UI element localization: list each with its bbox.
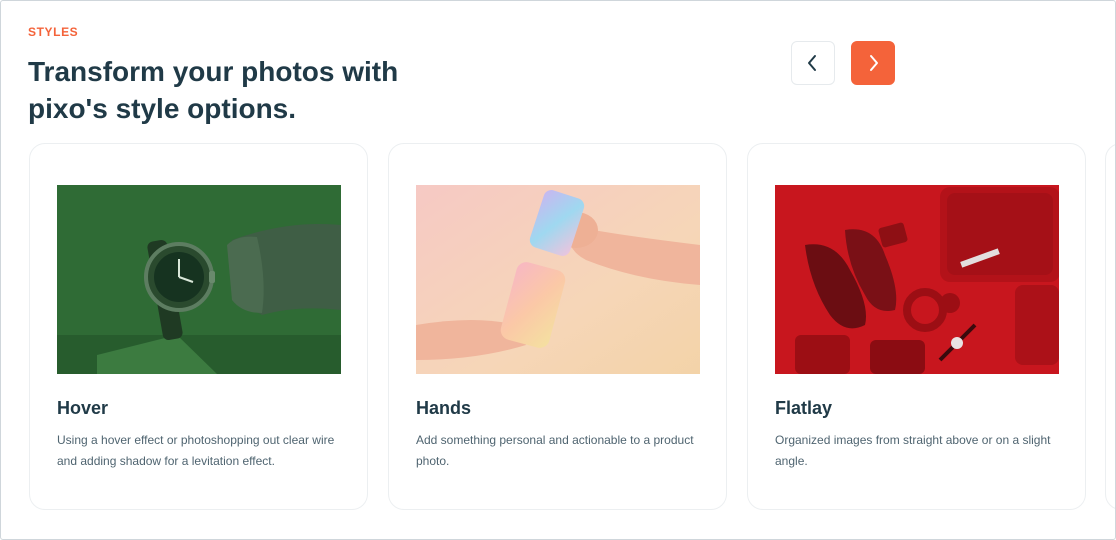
card-description: Organized images from straight above or … xyxy=(775,433,1051,468)
style-card-hover[interactable]: Hover Using a hover effect or photoshopp… xyxy=(29,143,368,510)
carousel-prev-button[interactable] xyxy=(791,41,835,85)
carousel-next-button[interactable] xyxy=(851,41,895,85)
styles-section: STYLES Transform your photos with pixo's… xyxy=(0,0,1116,540)
card-title: Flatlay xyxy=(775,398,833,418)
red-flatlay-photo xyxy=(775,185,1059,374)
section-title: Transform your photos with pixo's style … xyxy=(28,56,399,124)
card-title: Hands xyxy=(416,398,472,418)
card-description: Add something personal and actionable to… xyxy=(416,433,694,468)
style-card-hands[interactable]: Hands Add something personal and actiona… xyxy=(388,143,727,510)
section-eyebrow: STYLES xyxy=(28,25,79,39)
chevron-right-icon xyxy=(870,55,878,71)
hands-cans-photo xyxy=(416,185,700,374)
card-title: Hover xyxy=(57,398,109,418)
card-description: Using a hover effect or photoshopping ou… xyxy=(57,433,335,468)
watch-hover-photo xyxy=(57,185,341,374)
style-card-next-partial[interactable] xyxy=(1105,143,1115,510)
style-card-flatlay[interactable]: Flatlay Organized images from straight a… xyxy=(747,143,1086,510)
chevron-left-icon xyxy=(808,55,816,71)
